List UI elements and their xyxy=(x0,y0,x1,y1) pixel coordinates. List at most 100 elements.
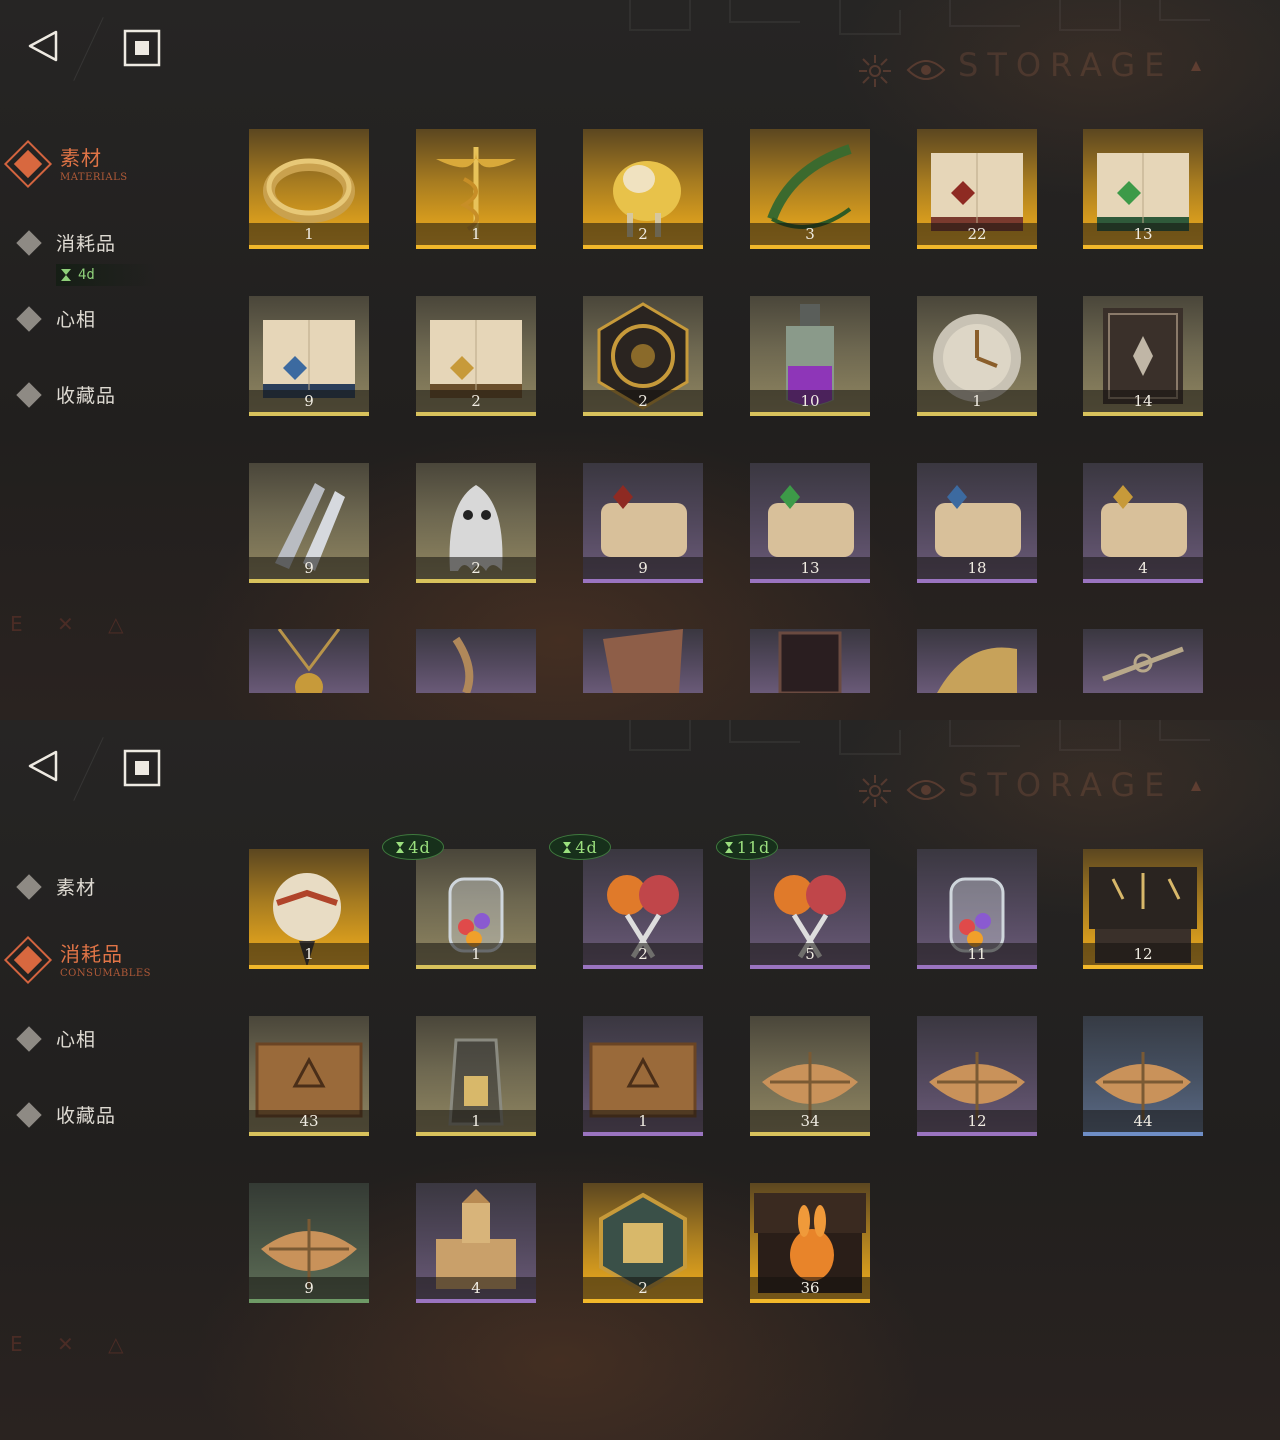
storage-panel-materials: STORAGE 素材 MATERIALS 消耗品 4d 心相 收藏品 E ✕ △… xyxy=(0,0,1280,720)
expiry-timer-tag: 11d xyxy=(716,834,778,860)
inventory-item[interactable]: 2 xyxy=(416,463,536,583)
item-count: 4 xyxy=(471,1279,481,1297)
inventory-item[interactable]: 13 xyxy=(1083,129,1203,249)
item-count: 2 xyxy=(638,1279,648,1297)
sun-glyph-icon xyxy=(859,55,891,87)
tab-materials-sublabel: MATERIALS xyxy=(60,172,128,183)
inventory-item[interactable]: 34 xyxy=(750,1016,870,1136)
inventory-item[interactable]: 2 xyxy=(583,129,703,249)
inventory-item[interactable]: 1 xyxy=(583,1016,703,1136)
inventory-item[interactable]: 9 xyxy=(249,1183,369,1303)
item-count: 3 xyxy=(805,225,815,243)
inventory-item[interactable]: 2 xyxy=(416,296,536,416)
inventory-item[interactable] xyxy=(750,629,870,693)
tab-psychube[interactable]: 心相 xyxy=(14,1025,96,1052)
inventory-item[interactable]: 18 xyxy=(917,463,1037,583)
item-count: 11 xyxy=(967,945,987,963)
item-count: 1 xyxy=(471,945,481,963)
inventory-item[interactable]: 1 xyxy=(917,296,1037,416)
tab-consumables-label: 消耗品 xyxy=(56,233,117,255)
item-count: 1 xyxy=(304,945,314,963)
storage-panel-consumables: STORAGE 素材 消耗品 CONSUMABLES 心相 收藏品 E ✕ △ … xyxy=(0,720,1280,1440)
diamond-icon xyxy=(16,381,42,408)
item-count: 12 xyxy=(967,1112,987,1130)
inventory-item[interactable]: 5 xyxy=(750,849,870,969)
item-count: 2 xyxy=(638,392,648,410)
item-count: 2 xyxy=(471,559,481,577)
inventory-item[interactable]: 2 xyxy=(583,296,703,416)
inventory-item[interactable]: 2 xyxy=(583,849,703,969)
background-circuit-pattern xyxy=(629,720,1210,755)
inventory-item[interactable]: 13 xyxy=(750,463,870,583)
inventory-item[interactable] xyxy=(917,629,1037,693)
inventory-item[interactable]: 1 xyxy=(416,129,536,249)
tab-consumables[interactable]: 消耗品 xyxy=(14,229,116,256)
item-count: 1 xyxy=(471,225,481,243)
inventory-item[interactable]: 9 xyxy=(249,463,369,583)
inventory-item[interactable]: 12 xyxy=(1083,849,1203,969)
home-icon[interactable] xyxy=(122,748,162,788)
active-diamond-icon xyxy=(3,139,53,189)
item-count: 9 xyxy=(638,559,648,577)
item-count: 36 xyxy=(800,1279,820,1297)
inventory-item[interactable]: 22 xyxy=(917,129,1037,249)
tab-collectibles[interactable]: 收藏品 xyxy=(14,381,116,408)
inventory-item[interactable] xyxy=(583,629,703,693)
inventory-item[interactable]: 43 xyxy=(249,1016,369,1136)
inventory-item[interactable] xyxy=(1083,629,1203,693)
inventory-item[interactable]: 10 xyxy=(750,296,870,416)
back-arrow-icon[interactable] xyxy=(24,26,64,66)
tab-collectibles-label: 收藏品 xyxy=(56,1105,117,1127)
tab-consumables[interactable]: 消耗品 CONSUMABLES xyxy=(3,935,151,985)
item-count: 1 xyxy=(304,225,314,243)
inventory-item[interactable]: 36 xyxy=(750,1183,870,1303)
hourglass-icon xyxy=(563,841,572,853)
inventory-item[interactable]: 9 xyxy=(583,463,703,583)
inventory-item[interactable]: 12 xyxy=(917,1016,1037,1136)
inventory-item[interactable]: 1 xyxy=(416,1016,536,1136)
inventory-item[interactable]: 11 xyxy=(917,849,1037,969)
background-circuit-pattern xyxy=(629,0,1210,35)
inventory-item[interactable]: 4 xyxy=(1083,463,1203,583)
inventory-item[interactable]: 1 xyxy=(416,849,536,969)
home-icon[interactable] xyxy=(122,28,162,68)
triangle-glyph-icon xyxy=(1191,61,1201,71)
hourglass-icon xyxy=(61,269,71,281)
tab-materials[interactable]: 素材 xyxy=(14,873,96,900)
storage-watermark: STORAGE xyxy=(958,46,1174,84)
tab-materials[interactable]: 素材 MATERIALS xyxy=(3,139,128,189)
back-arrow-icon[interactable] xyxy=(24,746,64,786)
inventory-item[interactable]: 2 xyxy=(583,1183,703,1303)
diamond-icon xyxy=(16,1025,42,1052)
expiry-timer-text: 4d xyxy=(408,837,431,857)
item-count: 18 xyxy=(967,559,987,577)
item-count: 5 xyxy=(805,945,815,963)
stone-tablet-icon xyxy=(603,629,683,693)
item-count: 9 xyxy=(304,1279,314,1297)
item-count: 14 xyxy=(1133,392,1153,410)
inventory-item[interactable]: 9 xyxy=(249,296,369,416)
inventory-item[interactable] xyxy=(416,629,536,693)
header-divider xyxy=(73,737,104,801)
diamond-icon xyxy=(16,1101,42,1128)
inventory-item[interactable]: 4 xyxy=(416,1183,536,1303)
item-count: 34 xyxy=(800,1112,820,1130)
tab-collectibles[interactable]: 收藏品 xyxy=(14,1101,116,1128)
inventory-item[interactable]: 44 xyxy=(1083,1016,1203,1136)
expiry-timer-text: 4d xyxy=(575,837,598,857)
inventory-item[interactable] xyxy=(249,629,369,693)
item-count: 12 xyxy=(1133,945,1153,963)
inventory-item[interactable]: 3 xyxy=(750,129,870,249)
inventory-item[interactable]: 14 xyxy=(1083,296,1203,416)
item-count: 13 xyxy=(800,559,820,577)
chain-icon xyxy=(452,636,474,693)
tab-psychube[interactable]: 心相 xyxy=(14,305,96,332)
item-count: 4 xyxy=(1138,559,1148,577)
inventory-item[interactable]: 1 xyxy=(249,849,369,969)
item-count: 44 xyxy=(1133,1112,1153,1130)
item-count: 1 xyxy=(471,1112,481,1130)
inventory-item[interactable]: 1 xyxy=(249,129,369,249)
mechanical-wing-icon xyxy=(937,647,1017,693)
tab-materials-label: 素材 xyxy=(56,877,97,899)
item-count: 1 xyxy=(638,1112,648,1130)
